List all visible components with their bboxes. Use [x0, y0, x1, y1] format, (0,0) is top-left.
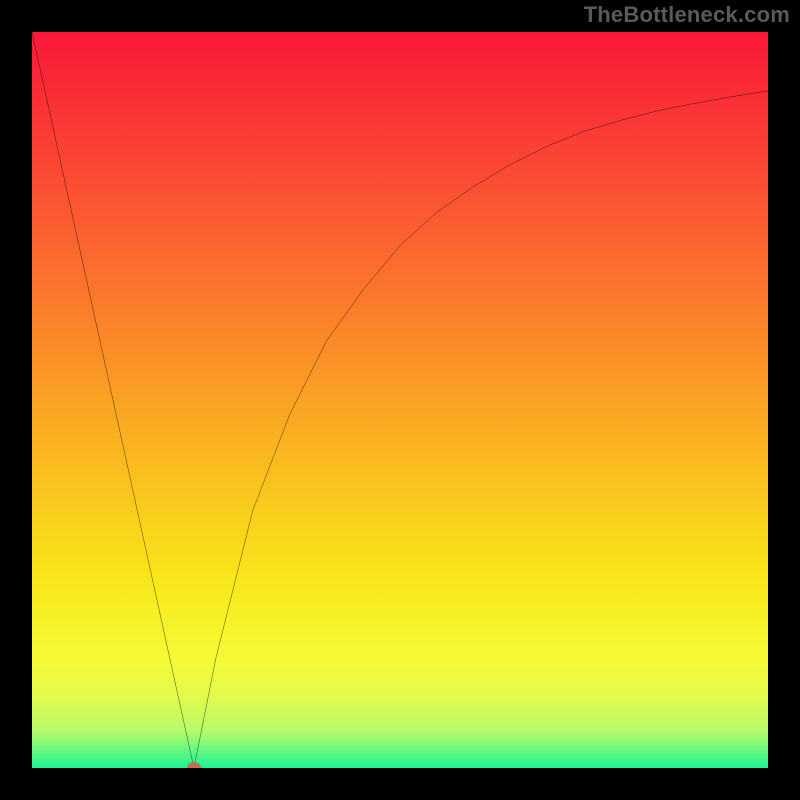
plot-area: [32, 32, 768, 768]
chart-frame: TheBottleneck.com: [0, 0, 800, 800]
bottleneck-curve: [32, 32, 768, 768]
minimum-marker: [187, 762, 201, 768]
curve-layer: [32, 32, 768, 768]
watermark-text: TheBottleneck.com: [584, 2, 790, 28]
